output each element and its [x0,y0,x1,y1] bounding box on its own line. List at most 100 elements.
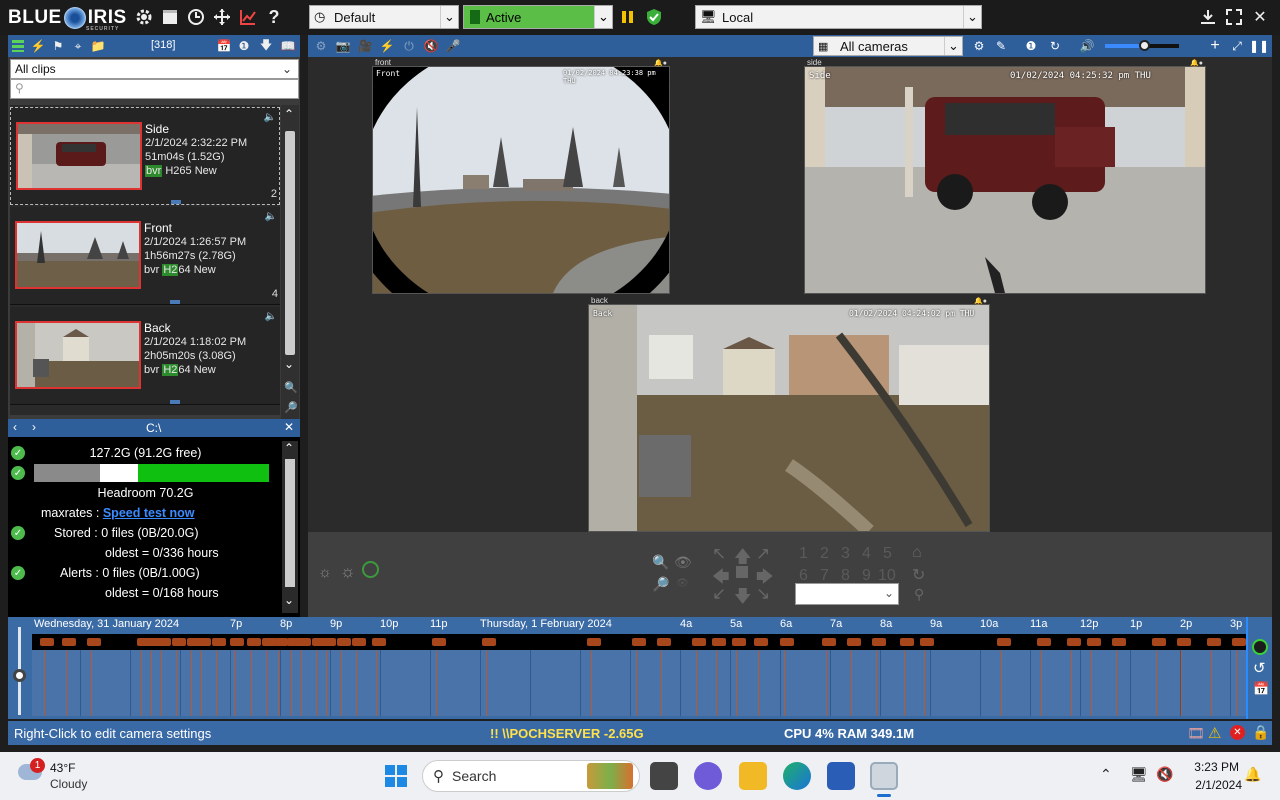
warning-icon[interactable]: ⚠ [1208,724,1221,742]
filter-icon[interactable]: ❶ [234,37,254,55]
move-arrows-icon[interactable] [212,7,232,27]
clip-item[interactable]: Back 2/1/2024 1:18:02 PM 2h05m20s (3.08G… [10,307,280,405]
sort-down-icon[interactable]: 🡇 [256,37,276,55]
timeline-event-marker[interactable] [62,638,76,646]
notification-bell-icon[interactable]: 🔔 [1244,766,1261,783]
server-warning[interactable]: !! \\POCHSERVER -2.65G [490,726,644,741]
timeline-event-marker[interactable] [432,638,446,646]
timeline-event-marker[interactable] [920,638,934,646]
folder-icon[interactable]: 📁 [88,37,108,55]
timeline-event-marker[interactable] [657,638,671,646]
timeline-event-marker[interactable] [230,638,244,646]
alerts-bolt-icon[interactable]: ⚡ [28,37,48,55]
timeline-event-marker[interactable] [1232,638,1246,646]
help-icon[interactable]: ? [264,7,284,27]
timeline-event-marker[interactable] [1087,638,1101,646]
arrow-up-left-icon[interactable]: ↖ [712,544,726,564]
shield-icon[interactable] [644,7,664,27]
scroll-down-icon[interactable]: ⌄ [284,593,294,607]
windows-start-icon[interactable] [385,765,407,787]
blue-iris-taskbar-icon[interactable] [870,762,898,790]
clip-item[interactable]: Side 2/1/2024 2:32:22 PM 51m04s (1.52G) … [10,107,280,205]
camera-group-select[interactable]: ▦ All cameras ⌄ [813,36,963,56]
timeline-event-marker[interactable] [212,638,226,646]
power-icon[interactable]: ⏻ [400,37,418,55]
scroll-down-icon[interactable]: ⌄ [284,357,294,371]
ir-light-icon[interactable] [362,561,379,578]
stats-chart-icon[interactable] [238,7,258,27]
cycle-count-icon[interactable]: ❶ [1022,37,1040,55]
pause-icon[interactable] [618,7,638,27]
camera-settings-icon[interactable]: ⚙ [312,37,330,55]
clock-time[interactable]: 3:23 PM [1193,760,1239,774]
camera-tile-back[interactable]: back 🔔● Back 01/02/2024 04:24:02 pm THU [588,296,990,532]
timeline-event-marker[interactable] [157,638,171,646]
preset-button[interactable]: 5 [883,545,892,563]
expand-icon[interactable] [1224,7,1244,27]
timeline-event-marker[interactable] [822,638,836,646]
preset-select[interactable]: ⌄ [795,583,899,605]
timeline-event-marker[interactable] [1037,638,1051,646]
clip-list-scrollbar[interactable]: ⌃ ⌄ 🔍 🔎 [281,105,299,419]
schedule-select[interactable]: Active ⌄ [463,5,613,29]
gear-icon[interactable]: ⚙ [970,37,988,55]
zoom-knob[interactable] [13,669,26,682]
speed-test-link[interactable]: Speed test now [103,506,195,520]
scroll-thumb[interactable] [285,131,295,355]
clips-list-icon[interactable] [8,37,28,55]
arrow-down-left-icon[interactable]: ↙ [712,584,726,604]
edit-icon[interactable]: ✎ [992,37,1010,55]
clip-item[interactable]: Front 2/1/2024 1:26:57 PM 1h56m27s (2.78… [10,207,280,305]
cycle-icon[interactable]: ↻ [912,565,925,585]
storage-scrollbar[interactable]: ⌃ ⌄ [282,441,298,613]
timeline-zoom-slider[interactable] [8,617,32,719]
timeline-event-marker[interactable] [1152,638,1166,646]
timeline-event-marker[interactable] [587,638,601,646]
timeline-grid[interactable] [32,650,1248,716]
location-pin-icon[interactable]: ⚲ [914,586,924,603]
film-icon[interactable]: 🎞 [1187,725,1205,742]
chevron-right-icon[interactable]: › [32,420,36,434]
network-icon[interactable]: 🖥 [1130,766,1148,783]
weather-temperature[interactable]: 43°F [50,761,75,775]
book-icon[interactable]: 📖 [278,37,298,55]
chevron-left-icon[interactable]: ‹ [13,420,17,434]
teams-chat-icon[interactable] [694,762,722,790]
brightness-high-icon[interactable]: ☼ [340,562,356,582]
camera-tile-side[interactable]: side 🔔● Side 01/02/2024 04:25:32 pm THU [804,58,1206,294]
scroll-up-icon[interactable]: ⌃ [284,441,294,455]
brightness-low-icon[interactable]: ☼ [318,564,332,581]
weather-condition[interactable]: Cloudy [50,777,87,791]
close-icon[interactable]: ✕ [1250,7,1270,27]
timeline-events-band[interactable] [32,634,1248,650]
clip-list[interactable]: Side 2/1/2024 2:32:22 PM 51m04s (1.52G) … [10,105,280,415]
clip-filter-select[interactable]: All clips ⌄ [10,59,299,79]
camera-tile-front[interactable]: front 🔔● Front 01/02/2024 04:23:38 pm TH… [372,58,670,294]
clock-icon[interactable] [186,7,206,27]
timeline-event-marker[interactable] [632,638,646,646]
timeline-event-marker[interactable] [322,638,336,646]
timeline-event-marker[interactable] [692,638,706,646]
add-icon[interactable]: + [1206,37,1224,55]
calendar-icon[interactable]: 📅 [214,37,234,55]
timeline-event-marker[interactable] [372,638,386,646]
timeline-event-marker[interactable] [997,638,1011,646]
fullscreen-icon[interactable]: ⤢ [1228,37,1246,55]
timeline-event-marker[interactable] [40,638,54,646]
zoom-out-icon[interactable]: 🔎 [284,401,298,414]
timeline-event-marker[interactable] [247,638,261,646]
volume-slider[interactable] [1105,40,1179,51]
snapshot-icon[interactable]: 📷 [334,37,352,55]
timeline-event-marker[interactable] [847,638,861,646]
timeline-event-marker[interactable] [1067,638,1081,646]
timeline-event-marker[interactable] [1207,638,1221,646]
ptz-direction-pad[interactable]: ↖ 🡅 ↗ 🡄 🡆 ↙ 🡇 ↘ [712,544,776,608]
scroll-up-icon[interactable]: ⌃ [284,107,294,121]
timeline-event-marker[interactable] [732,638,746,646]
trigger-bolt-icon[interactable]: ⚡ [378,37,396,55]
zoom-in-icon[interactable]: 🔍 [284,381,298,394]
refresh-icon[interactable]: ↻ [1046,37,1064,55]
close-icon[interactable]: ✕ [284,420,294,434]
timeline-event-marker[interactable] [900,638,914,646]
timeline-event-marker[interactable] [352,638,366,646]
